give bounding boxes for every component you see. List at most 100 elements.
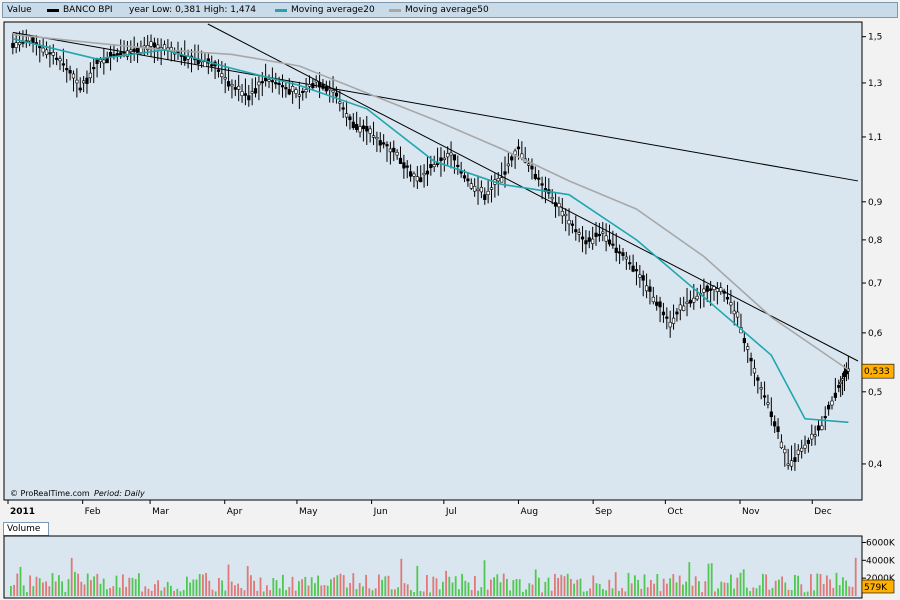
volume-bar — [45, 581, 47, 596]
volume-bar — [448, 576, 451, 596]
volume-bar — [298, 581, 300, 596]
price-candle — [584, 240, 588, 245]
volume-bar — [224, 590, 227, 596]
price-candle — [574, 229, 578, 233]
volume-bar — [310, 577, 313, 596]
volume-bar — [250, 575, 252, 596]
price-candle — [108, 52, 113, 57]
price-candle — [31, 37, 35, 44]
volume-bar — [602, 589, 604, 596]
price-candle — [51, 52, 55, 56]
ma20-label: Moving average20 — [291, 5, 375, 15]
price-candle — [398, 157, 403, 164]
price-candle — [594, 232, 598, 237]
price-candle — [577, 232, 581, 235]
volume-bar — [157, 580, 159, 596]
volume-bar — [682, 584, 684, 596]
price-candle — [149, 41, 153, 47]
price-candle — [307, 84, 312, 87]
volume-bar — [202, 574, 204, 596]
price-candle — [806, 439, 810, 444]
price-candle — [483, 194, 487, 200]
volume-bar — [659, 591, 662, 596]
volume-bar — [160, 590, 163, 596]
price-candle — [816, 425, 821, 431]
price-candle — [506, 163, 510, 167]
volume-bar — [570, 578, 572, 596]
price-candle — [597, 233, 601, 237]
price-candle — [456, 164, 460, 167]
price-candle — [749, 357, 753, 362]
price-candle — [82, 80, 86, 84]
price-candle — [98, 59, 103, 63]
value-label: Value — [7, 5, 32, 15]
volume-bar — [454, 576, 457, 596]
volume-bar — [397, 587, 399, 596]
price-candle — [44, 49, 49, 55]
price-candle — [38, 46, 42, 49]
volume-bar — [400, 558, 403, 596]
x-tick-label: Apr — [227, 507, 243, 517]
price-candle — [95, 58, 99, 64]
price-candle — [351, 121, 355, 129]
y-tick-label: 1,1 — [868, 133, 882, 143]
volume-bar — [486, 589, 489, 596]
volume-bar — [288, 586, 291, 596]
volume-bar — [83, 584, 86, 596]
price-candle — [702, 288, 706, 293]
price-candle — [105, 57, 109, 64]
volume-bar — [285, 590, 287, 596]
price-candle — [685, 301, 689, 304]
price-candle — [429, 164, 433, 169]
price-candle — [607, 239, 612, 245]
volume-bar — [810, 574, 812, 596]
volume-bar — [582, 591, 585, 596]
volume-bar — [656, 574, 659, 596]
volume-bar — [822, 584, 825, 596]
volume-bar — [813, 590, 815, 596]
y-tick-label: 0,4 — [868, 460, 883, 470]
volume-bar — [301, 579, 303, 596]
price-candle — [314, 80, 318, 83]
price-candle — [634, 269, 639, 272]
price-candle — [671, 317, 676, 324]
price-candle — [388, 148, 392, 153]
price-candle — [14, 42, 18, 48]
volume-bar — [355, 589, 358, 596]
x-tick-label: Jun — [373, 507, 388, 517]
volume-bar — [150, 590, 153, 596]
volume-bar — [198, 574, 201, 596]
volume-bar — [314, 583, 316, 596]
volume-bar — [720, 581, 723, 596]
volume-bar — [522, 591, 524, 596]
price-candle — [476, 188, 480, 191]
price-candle — [786, 463, 790, 466]
volume-bar — [291, 576, 294, 596]
price-candle — [58, 58, 62, 62]
chart-window: Value BANCO BPI year Low: 0,381 High: 1,… — [0, 0, 900, 600]
volume-bar — [541, 592, 543, 596]
volume-bar — [29, 575, 31, 596]
volume-bar — [560, 574, 563, 596]
price-panel — [3, 21, 863, 501]
price-candle — [648, 286, 652, 292]
price-candle — [247, 95, 251, 101]
volume-bar — [208, 580, 211, 596]
price-candle — [560, 210, 564, 217]
price-candle — [732, 310, 736, 315]
volume-bar — [515, 579, 518, 596]
price-candle — [280, 85, 285, 88]
price-candle — [567, 219, 571, 225]
volume-bar — [787, 589, 790, 596]
year-range: year Low: 0,381 High: 1,474 — [129, 5, 257, 15]
volume-bar — [829, 579, 831, 596]
volume-bar — [634, 575, 636, 596]
volume-bar — [186, 576, 188, 596]
x-tick-label: Jul — [445, 507, 457, 517]
instrument-name: BANCO BPI — [63, 5, 113, 15]
price-candle — [789, 460, 794, 467]
volume-bar — [67, 579, 70, 596]
volume-bar — [403, 583, 406, 596]
volume-bar — [381, 579, 383, 596]
price-candle — [557, 203, 561, 208]
